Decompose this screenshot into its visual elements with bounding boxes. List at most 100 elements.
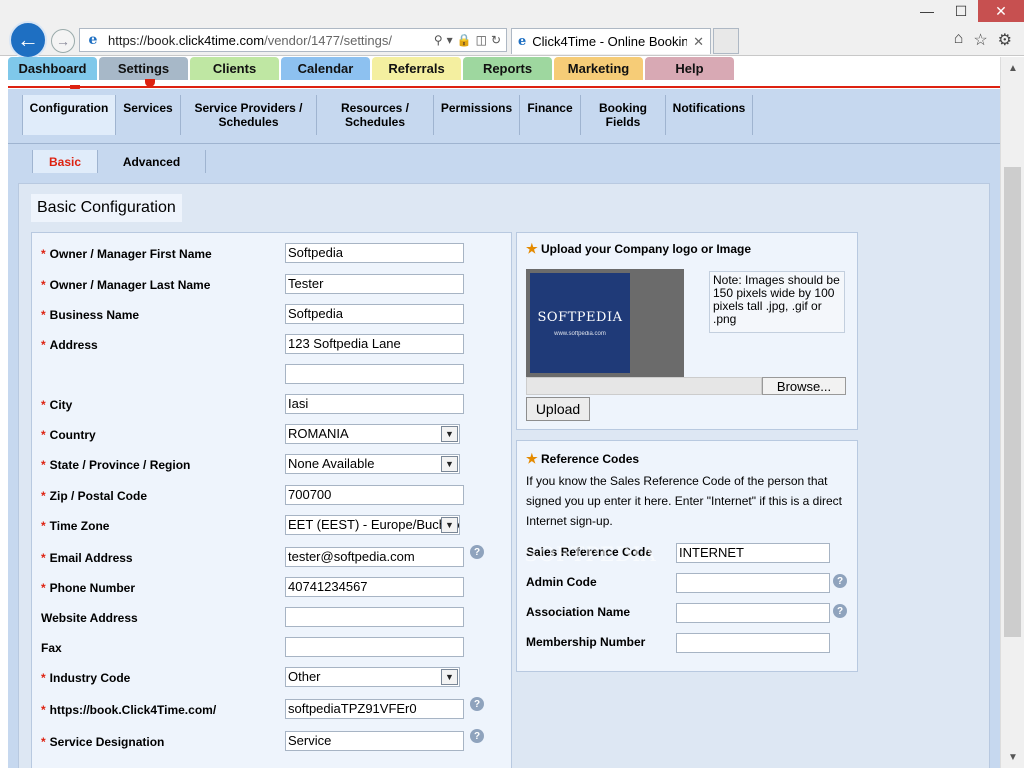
tab-finance[interactable]: Finance [520,95,581,135]
nav-reports[interactable]: Reports [463,57,552,80]
form-row: * Country ROMANIA ▼ [32,424,513,448]
nav-calendar[interactable]: Calendar [281,57,370,80]
arrow-left-icon: ← [17,27,39,52]
home-icon[interactable]: ⌂ [954,30,964,50]
form-row: Membership Number [517,633,859,657]
tab-services[interactable]: Services [116,95,181,135]
close-window-button[interactable]: ✕ [978,0,1024,22]
scroll-up-icon[interactable]: ▲ [1001,59,1024,77]
gear-icon[interactable]: ⚙ [998,30,1012,50]
address-line2-input[interactable] [285,364,464,384]
tab-title: Click4Time - Online Bookin... [532,34,688,49]
tab-notifications[interactable]: Notifications [666,95,753,135]
website-label: Website Address [41,611,138,625]
file-path-field[interactable] [526,377,762,395]
nav-referrals[interactable]: Referrals [372,57,461,80]
url-path: /vendor/1477/settings/ [264,32,392,48]
nav-marketing[interactable]: Marketing [554,57,643,80]
service-designation-input[interactable]: Service [285,731,464,751]
vertical-scrollbar[interactable]: ▲ ▼ [1000,57,1024,768]
tab-booking-fields[interactable]: Booking Fields [581,95,666,135]
chevron-down-icon[interactable]: ▼ [441,517,458,533]
admin-code-input[interactable] [676,573,830,593]
nav-divider [8,86,1000,88]
lock-icon[interactable]: 🔒 [457,33,472,47]
scrollbar-thumb[interactable] [1004,167,1021,637]
form-row: * Time Zone EET (EEST) - Europe/Bucharest… [32,515,513,539]
close-tab-icon[interactable]: ✕ [693,34,704,50]
owner-last-name-input[interactable]: Tester [285,274,464,294]
url-text[interactable]: https://book.click4time.com/vendor/1477/… [108,33,434,48]
industry-label: * Industry Code [41,671,131,685]
star-icon: ★ [526,241,538,256]
settings-subnav: Configuration Services Service Providers… [22,95,998,135]
admin-code-label: Admin Code [526,575,597,589]
state-value: None Available [288,456,375,471]
tab-resources[interactable]: Resources / Schedules [317,95,434,135]
chevron-down-icon[interactable]: ▼ [441,456,458,472]
scroll-down-icon[interactable]: ▼ [1001,748,1024,766]
phone-input[interactable]: 40741234567 [285,577,464,597]
state-select[interactable]: None Available ▼ [285,454,460,474]
association-name-input[interactable] [676,603,830,623]
address-input[interactable]: 123 Softpedia Lane [285,334,464,354]
website-input[interactable] [285,607,464,627]
help-icon[interactable]: ? [470,729,484,743]
window-controls: — ☐ ✕ [910,0,1024,22]
booking-url-label: * https://book.Click4Time.com/ [41,703,217,717]
chevron-down-icon[interactable]: ▼ [441,426,458,442]
nav-help[interactable]: Help [645,57,734,80]
business-name-input[interactable]: Softpedia [285,304,464,324]
tab-permissions[interactable]: Permissions [434,95,520,135]
config-content: Basic Configuration * Owner / Manager Fir… [18,183,990,768]
help-icon[interactable]: ? [833,604,847,618]
maximize-button[interactable]: ☐ [944,0,978,22]
back-button[interactable]: ← [9,21,47,59]
city-input[interactable]: Iasi [285,394,464,414]
sales-reference-input[interactable]: INTERNET [676,543,830,563]
owner-last-label: * Owner / Manager Last Name [41,278,211,292]
nav-clients[interactable]: Clients [190,57,279,80]
tab-service-providers[interactable]: Service Providers / Schedules [181,95,317,135]
refresh-icon[interactable]: ↻ [491,33,501,47]
browser-tab[interactable]: e Click4Time - Online Bookin... ✕ [511,28,711,54]
compat-view-icon[interactable]: ◫ [476,33,487,47]
form-row: * Owner / Manager Last Name Tester [32,274,513,298]
search-icon[interactable]: ⚲ [434,33,443,47]
help-icon[interactable]: ? [470,697,484,711]
industry-select[interactable]: Other ▼ [285,667,460,687]
address-bar[interactable]: e https://book.click4time.com/vendor/147… [79,28,507,52]
tab-advanced[interactable]: Advanced [98,150,206,173]
tab-basic[interactable]: Basic [32,150,98,173]
timezone-select[interactable]: EET (EEST) - Europe/Bucharest ▼ [285,515,460,535]
membership-number-input[interactable] [676,633,830,653]
fax-label: Fax [41,641,62,655]
nav-settings[interactable]: Settings [99,57,188,80]
form-row: * State / Province / Region None Availabl… [32,454,513,478]
minimize-button[interactable]: — [910,0,944,22]
booking-url-input[interactable]: softpediaTPZ91VFEr0 [285,699,464,719]
state-label: * State / Province / Region [41,458,191,472]
form-row: * Email Address tester@softpedia.com ? [32,545,513,571]
form-row: Website Address [32,607,513,631]
new-tab-button[interactable] [713,28,739,54]
dropdown-icon[interactable]: ▾ [447,33,453,47]
help-icon[interactable]: ? [470,545,484,559]
browse-button[interactable]: Browse... [762,377,846,395]
tab-ie-icon: e [518,34,527,49]
browser-chrome: — ☐ ✕ ← → e https://book.click4time.com/… [0,0,1024,59]
zip-input[interactable]: 700700 [285,485,464,505]
country-select[interactable]: ROMANIA ▼ [285,424,460,444]
country-value: ROMANIA [288,426,349,441]
favorites-star-icon[interactable]: ☆ [973,30,987,50]
fax-input[interactable] [285,637,464,657]
url-host: click4time.com [178,32,265,48]
chevron-down-icon[interactable]: ▼ [441,669,458,685]
tab-configuration[interactable]: Configuration [22,95,116,135]
help-icon[interactable]: ? [833,574,847,588]
forward-button[interactable]: → [51,29,75,53]
upload-button[interactable]: Upload [526,397,590,421]
nav-dashboard[interactable]: Dashboard [8,57,97,80]
owner-first-name-input[interactable]: Softpedia [285,243,464,263]
email-input[interactable]: tester@softpedia.com [285,547,464,567]
